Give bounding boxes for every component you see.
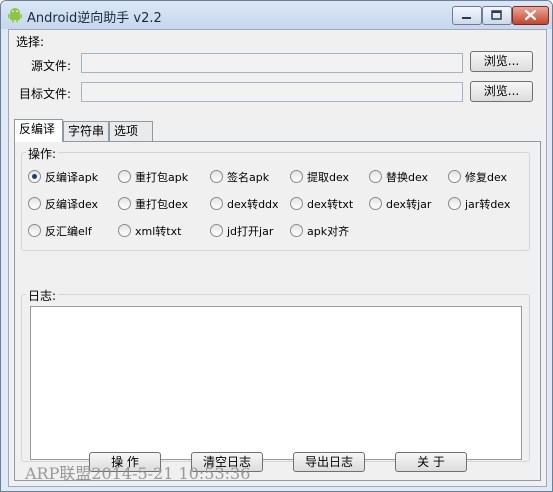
- radio-indicator: [369, 170, 382, 183]
- tab-decompile[interactable]: 反编译: [14, 119, 63, 142]
- target-file-input[interactable]: [81, 82, 463, 102]
- maximize-button[interactable]: [482, 6, 512, 25]
- operations-heading: 操作:: [26, 145, 59, 162]
- radio-indicator: [369, 197, 382, 210]
- source-file-label: 源文件:: [31, 59, 72, 73]
- window-title: Android逆向助手 v2.2: [27, 11, 162, 26]
- android-icon: [8, 8, 22, 23]
- export-log-button[interactable]: 导出日志: [293, 452, 365, 472]
- title-bar[interactable]: Android逆向助手 v2.2: [1, 1, 552, 29]
- watermark-text: ARP联盟2014-5-21 10:53:36: [25, 464, 251, 483]
- tab-options[interactable]: 选项: [109, 121, 153, 141]
- close-button[interactable]: [512, 6, 549, 25]
- decompile-tab-panel: 操作: 反编译apk 重打包apk 签名apk 提取dex 替换dex 修复de…: [14, 141, 541, 481]
- radio-indicator: [118, 170, 131, 183]
- radio-indicator: [28, 170, 41, 183]
- radio-indicator: [118, 224, 131, 237]
- target-browse-button[interactable]: 浏览...: [470, 81, 533, 102]
- radio-indicator: [290, 170, 303, 183]
- minimize-icon: [462, 17, 471, 19]
- app-window: Android逆向助手 v2.2 选择: 源文件: 浏览... 目标文件: 浏览…: [0, 0, 553, 492]
- maximize-icon: [491, 10, 502, 20]
- select-heading: 选择:: [16, 35, 45, 49]
- radio-indicator: [448, 170, 461, 183]
- radio-indicator: [448, 197, 461, 210]
- radio-indicator: [118, 197, 131, 210]
- tab-strings[interactable]: 字符串: [63, 121, 109, 141]
- radio-indicator: [28, 224, 41, 237]
- radio-indicator: [210, 170, 223, 183]
- about-button[interactable]: 关 于: [395, 452, 467, 472]
- close-icon: [524, 9, 537, 21]
- minimize-button[interactable]: [452, 6, 482, 25]
- main-panel: 选择: 源文件: 浏览... 目标文件: 浏览... 反编译 字符串 选项 操作…: [8, 29, 547, 487]
- radio-indicator: [210, 224, 223, 237]
- log-heading: 日志:: [26, 287, 59, 304]
- radio-indicator: [290, 197, 303, 210]
- radio-indicator: [290, 224, 303, 237]
- radio-indicator: [28, 197, 41, 210]
- log-textarea[interactable]: [30, 306, 522, 460]
- source-file-input[interactable]: [81, 53, 463, 73]
- radio-indicator: [210, 197, 223, 210]
- target-file-label: 目标文件:: [19, 87, 72, 101]
- source-browse-button[interactable]: 浏览...: [470, 51, 533, 72]
